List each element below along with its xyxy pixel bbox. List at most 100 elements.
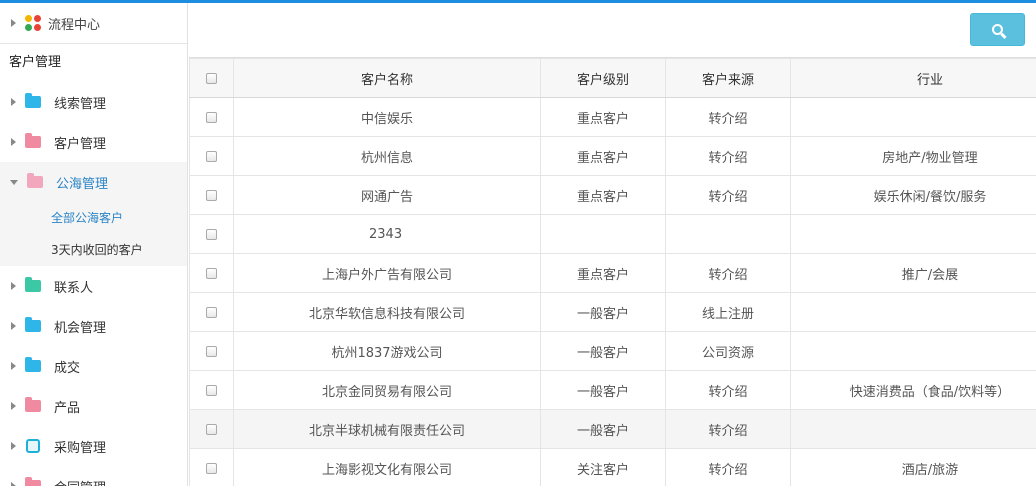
row-checkbox[interactable] [206, 462, 217, 474]
table-row[interactable]: 杭州信息 重点客户 转介绍 房地产/物业管理 [189, 136, 1036, 176]
table-row[interactable]: 北京华软信息科技有限公司 一般客户 线上注册 [189, 292, 1036, 332]
col-header-source[interactable]: 客户来源 [665, 58, 791, 98]
sidebar-item-label: 联系人 [54, 280, 94, 296]
cell-industry [790, 97, 1036, 137]
cell-source: 转介绍 [665, 97, 791, 137]
chevron-right-icon[interactable] [11, 402, 16, 410]
cell-source: 转介绍 [665, 175, 791, 215]
sidebar-item-7[interactable]: 采购管理 [0, 426, 187, 466]
chevron-right-icon[interactable] [11, 482, 16, 486]
sidebar-item-4[interactable]: 机会管理 [0, 306, 187, 346]
submenu-item-1[interactable]: 3天内收回的客户 [0, 234, 187, 266]
cell-industry [790, 214, 1036, 254]
table-row[interactable]: 北京金同贸易有限公司 一般客户 转介绍 快速消费品（食品/饮料等） [189, 370, 1036, 410]
toolbar [189, 3, 1036, 58]
sidebar-item-6[interactable]: 产品 [0, 386, 187, 426]
cell-name: 上海影视文化有限公司 [233, 448, 541, 486]
cell-level: 一般客户 [540, 292, 666, 332]
chevron-right-icon[interactable] [11, 282, 16, 290]
customer-table: 客户名称 客户级别 客户来源 行业 中信娱乐 重点客户 转介绍 杭州信息 重点客户 转介绍… [189, 58, 1036, 486]
cell-level: 重点客户 [540, 136, 666, 176]
sidebar-item-8[interactable]: 合同管理 [0, 466, 187, 486]
cell-industry: 娱乐休闲/餐饮/服务 [790, 175, 1036, 215]
chevron-right-icon[interactable] [11, 322, 16, 330]
cell-name: 北京华软信息科技有限公司 [233, 292, 541, 332]
chevron-right-icon[interactable] [11, 362, 16, 370]
cell-source: 转介绍 [665, 409, 791, 449]
cell-source: 转介绍 [665, 253, 791, 293]
cell-name: 2343 [233, 214, 541, 254]
row-select-cell[interactable] [189, 214, 234, 254]
process-center-label: 流程中心 [48, 17, 101, 33]
cell-name: 网通广告 [233, 175, 541, 215]
cell-industry: 推广/会展 [790, 253, 1036, 293]
cell-name: 北京金同贸易有限公司 [233, 370, 541, 410]
sidebar-item-label: 产品 [54, 400, 81, 416]
folder-icon [25, 317, 41, 332]
row-select-cell[interactable] [189, 97, 234, 137]
cell-name: 中信娱乐 [233, 97, 541, 137]
row-select-cell[interactable] [189, 175, 234, 215]
cell-name: 杭州1837游戏公司 [233, 331, 541, 371]
section-title: 客户管理 [9, 55, 62, 70]
row-checkbox[interactable] [206, 345, 217, 357]
select-all-checkbox[interactable] [206, 72, 217, 84]
chevron-right-icon[interactable] [11, 98, 16, 106]
sidebar-item-0[interactable]: 线索管理 [0, 82, 187, 122]
sidebar-item-3[interactable]: 联系人 [0, 266, 187, 306]
sidebar-item-label: 线索管理 [54, 96, 107, 112]
chevron-right-icon[interactable] [11, 138, 16, 146]
table-row[interactable]: 上海户外广告有限公司 重点客户 转介绍 推广/会展 [189, 253, 1036, 293]
sidebar: 流程中心 客户管理 线索管理 客户管理 公海管理 全部公海客户 3天内收回的客户 联系人机… [0, 3, 188, 486]
row-select-cell[interactable] [189, 253, 234, 293]
cell-level [540, 214, 666, 254]
sidebar-item-2[interactable]: 公海管理 [0, 162, 187, 202]
row-checkbox[interactable] [206, 150, 217, 162]
row-select-cell[interactable] [189, 448, 234, 486]
table-row[interactable]: 2343 [189, 214, 1036, 254]
row-checkbox[interactable] [206, 111, 217, 123]
submenu-item-0[interactable]: 全部公海客户 [0, 202, 187, 234]
table-row[interactable]: 杭州1837游戏公司 一般客户 公司资源 [189, 331, 1036, 371]
folder-icon [25, 133, 41, 148]
row-select-cell[interactable] [189, 331, 234, 371]
table-row[interactable]: 网通广告 重点客户 转介绍 娱乐休闲/餐饮/服务 [189, 175, 1036, 215]
folder-icon [25, 277, 41, 292]
row-checkbox[interactable] [206, 228, 217, 240]
cell-name: 上海户外广告有限公司 [233, 253, 541, 293]
row-checkbox[interactable] [206, 384, 217, 396]
chevron-right-icon[interactable] [11, 442, 16, 450]
row-checkbox[interactable] [206, 306, 217, 318]
table-row[interactable]: 中信娱乐 重点客户 转介绍 [189, 97, 1036, 137]
row-checkbox[interactable] [206, 189, 217, 201]
select-all-cell[interactable] [189, 58, 234, 98]
cell-level: 重点客户 [540, 175, 666, 215]
sidebar-item-label: 客户管理 [54, 136, 107, 152]
table-row[interactable]: 北京半球机械有限责任公司 一般客户 转介绍 [189, 409, 1036, 449]
cell-source: 线上注册 [665, 292, 791, 332]
folder-icon [25, 477, 41, 486]
sidebar-item-label: 合同管理 [54, 477, 106, 486]
cube-icon [26, 439, 40, 453]
search-button[interactable] [970, 13, 1025, 46]
table-header-row: 客户名称 客户级别 客户来源 行业 [189, 58, 1036, 98]
table-row[interactable]: 上海影视文化有限公司 关注客户 转介绍 酒店/旅游 [189, 448, 1036, 486]
row-checkbox[interactable] [206, 423, 217, 435]
submenu: 全部公海客户 3天内收回的客户 [0, 202, 187, 266]
col-header-name[interactable]: 客户名称 [233, 58, 541, 98]
row-select-cell[interactable] [189, 136, 234, 176]
expand-caret-icon[interactable] [11, 19, 16, 27]
col-header-level[interactable]: 客户级别 [540, 58, 666, 98]
row-select-cell[interactable] [189, 370, 234, 410]
row-select-cell[interactable] [189, 292, 234, 332]
process-center-item[interactable]: 流程中心 [0, 3, 187, 44]
row-checkbox[interactable] [206, 267, 217, 279]
sidebar-item-5[interactable]: 成交 [0, 346, 187, 386]
chevron-down-icon[interactable] [10, 179, 18, 185]
sidebar-item-1[interactable]: 客户管理 [0, 122, 187, 162]
cell-industry: 酒店/旅游 [790, 448, 1036, 486]
row-select-cell[interactable] [189, 409, 234, 449]
col-header-industry[interactable]: 行业 [790, 58, 1036, 98]
sidebar-item-label: 成交 [54, 360, 81, 376]
sidebar-item-label: 采购管理 [54, 440, 107, 456]
